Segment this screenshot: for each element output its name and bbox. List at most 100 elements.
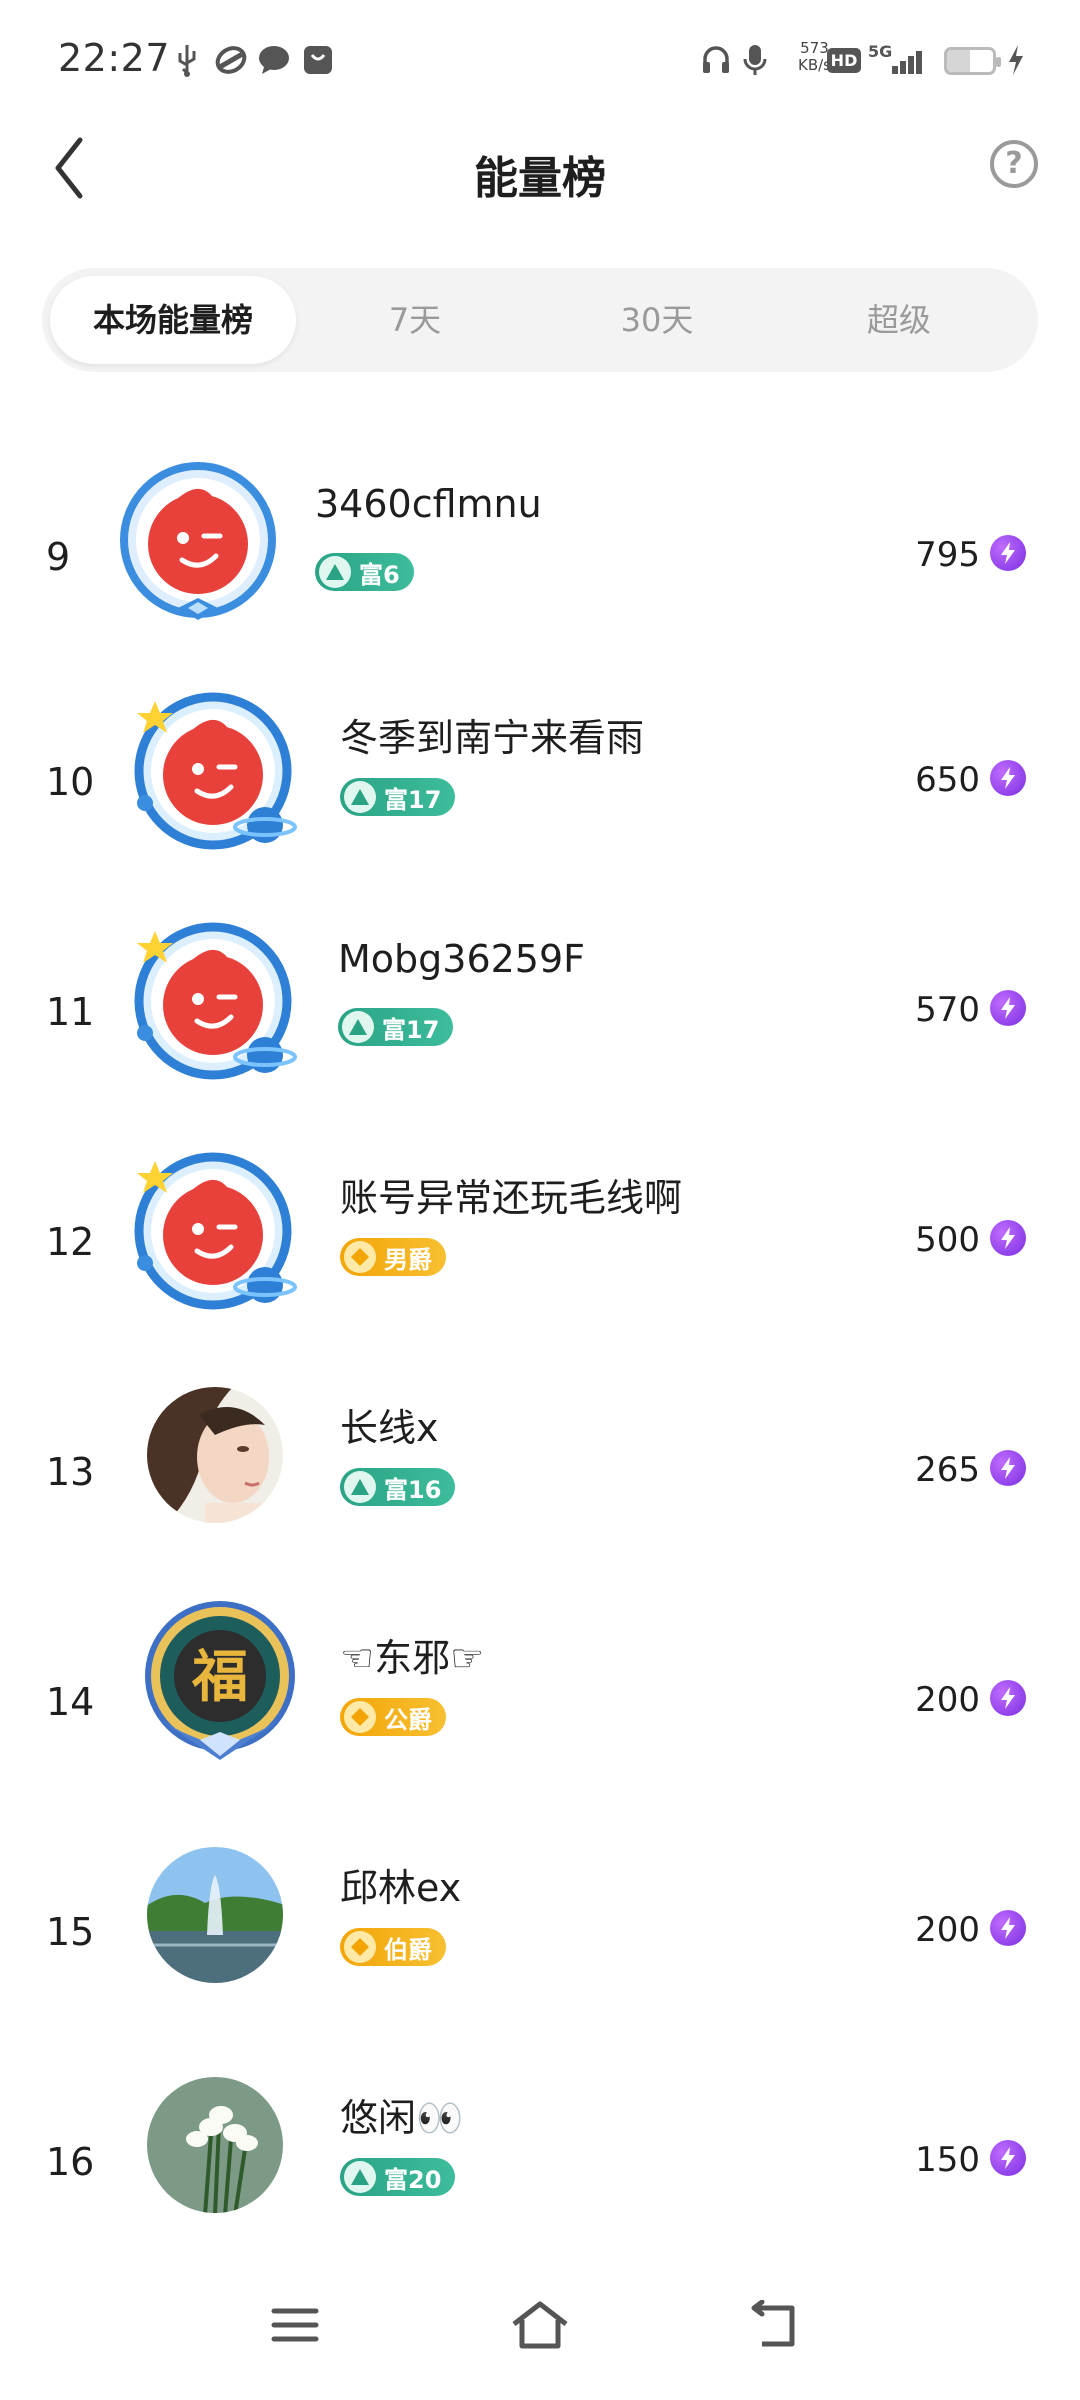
charging-icon <box>1004 42 1028 78</box>
tab-7-days[interactable]: 7天 <box>292 276 538 364</box>
shopping-bag-icon <box>300 42 336 78</box>
user-avatar[interactable] <box>145 2075 285 2215</box>
user-avatar[interactable] <box>120 460 300 640</box>
red-mascot-planet-frame-icon <box>134 1152 297 1310</box>
triangle-badge-icon <box>344 1471 376 1503</box>
home-button[interactable] <box>500 2290 580 2360</box>
energy-score: 795 <box>915 535 980 575</box>
hd-icon: HD <box>826 42 862 78</box>
woman-portrait-avatar-icon <box>147 1387 283 1523</box>
wealth-badge: 富16 <box>340 1468 456 1506</box>
headphones-icon <box>700 42 732 78</box>
energy-bolt-icon <box>990 1450 1026 1486</box>
return-icon <box>751 2300 795 2347</box>
user-name: 冬季到南宁来看雨 <box>340 716 645 760</box>
noble-badge: 男爵 <box>340 1238 446 1276</box>
energy-score: 500 <box>915 1220 980 1260</box>
period-tabs: 本场能量榜 7天 30天 超级 <box>42 268 1038 372</box>
ranking-row[interactable]: 16 悠闲👀 富20 150 <box>0 2065 1080 2295</box>
energy-bolt-icon <box>990 1680 1026 1716</box>
status-time: 22:27 <box>58 36 171 80</box>
diamond-badge-icon <box>344 1701 376 1733</box>
energy-score: 265 <box>915 1450 980 1490</box>
rank-number: 10 <box>46 760 95 804</box>
menu-button[interactable] <box>255 2290 335 2360</box>
user-avatar[interactable]: 福 <box>140 1600 300 1770</box>
user-avatar[interactable] <box>125 915 305 1095</box>
ranking-row[interactable]: 15 邱林ex 伯爵 200 <box>0 1835 1080 2065</box>
wealth-badge: 富17 <box>338 1008 454 1046</box>
ranking-row[interactable]: 12 账号异常还玩毛线啊 男爵 500 <box>0 1145 1080 1375</box>
usb-icon <box>172 42 202 78</box>
tab-30-days[interactable]: 30天 <box>534 276 780 364</box>
energy-score: 200 <box>915 1680 980 1720</box>
wealth-badge: 富20 <box>340 2158 456 2196</box>
white-flowers-avatar-icon <box>147 2077 283 2213</box>
ranking-row[interactable]: 9 3460cflmnu 富6 795 <box>0 460 1080 690</box>
diamond-badge-icon <box>344 1931 376 1963</box>
noble-badge: 伯爵 <box>340 1928 446 1966</box>
triangle-badge-icon <box>342 1011 374 1043</box>
system-nav-bar <box>0 2270 1080 2400</box>
user-name: 邱林ex <box>340 1866 462 1910</box>
message-bubble-icon <box>256 42 292 78</box>
energy-score: 150 <box>915 2140 980 2180</box>
ranking-row[interactable]: 10 冬季到南宁来看雨 富17 650 <box>0 685 1080 915</box>
diamond-badge-icon <box>344 1241 376 1273</box>
fu-character-avatar-icon: 福 <box>145 1601 295 1760</box>
rank-number: 9 <box>46 535 71 579</box>
tab-current-session[interactable]: 本场能量榜 <box>50 276 296 364</box>
rank-number: 12 <box>46 1220 95 1264</box>
battery-icon <box>944 47 1001 75</box>
user-avatar[interactable] <box>125 685 305 865</box>
user-name: 长线x <box>340 1406 439 1450</box>
triangle-badge-icon <box>344 781 376 813</box>
rank-number: 16 <box>46 2140 95 2184</box>
home-icon <box>512 2301 568 2349</box>
svg-text:福: 福 <box>191 1644 248 1710</box>
tab-super[interactable]: 超级 <box>776 276 1022 364</box>
microphone-icon <box>740 42 770 78</box>
ranking-row[interactable]: 11 Mobg36259F 富17 570 <box>0 915 1080 1145</box>
energy-bolt-icon <box>990 760 1026 796</box>
wealth-badge: 富17 <box>340 778 456 816</box>
back-nav-button[interactable] <box>735 2290 815 2360</box>
user-avatar[interactable] <box>145 1385 285 1525</box>
ranking-row[interactable]: 14 福 ☜东邪☞ 公爵 200 <box>0 1601 1080 1835</box>
sync-icon <box>213 42 249 78</box>
page-header: 能量榜 ? <box>0 120 1080 220</box>
user-name: 3460cflmnu <box>315 482 542 526</box>
user-avatar[interactable] <box>125 1145 305 1325</box>
rank-number: 15 <box>46 1910 95 1954</box>
user-name: 悠闲👀 <box>340 2096 464 2140</box>
user-name: Mobg36259F <box>338 937 586 981</box>
menu-icon <box>271 2308 319 2342</box>
signal-icon: 5G <box>868 42 934 78</box>
status-bar: 22:27 573 KB/s HD 5G <box>0 0 1080 120</box>
help-button[interactable]: ? <box>990 140 1038 188</box>
red-mascot-planet-frame-icon <box>134 692 297 850</box>
rank-number: 11 <box>46 990 95 1034</box>
ranking-row[interactable]: 13 长线x 富16 265 <box>0 1375 1080 1605</box>
energy-score: 650 <box>915 760 980 800</box>
red-mascot-planet-frame-icon <box>134 922 297 1080</box>
energy-bolt-icon <box>990 1220 1026 1256</box>
user-name: 账号异常还玩毛线啊 <box>340 1176 683 1220</box>
energy-score: 200 <box>915 1910 980 1950</box>
noble-badge: 公爵 <box>340 1698 446 1736</box>
wealth-badge: 富6 <box>315 553 414 591</box>
page-title: 能量榜 <box>474 153 606 204</box>
user-avatar[interactable] <box>145 1845 285 1985</box>
energy-bolt-icon <box>990 1910 1026 1946</box>
triangle-badge-icon <box>319 556 351 588</box>
energy-bolt-icon <box>990 990 1026 1026</box>
lake-fountain-avatar-icon <box>147 1847 283 1983</box>
energy-bolt-icon <box>990 535 1026 571</box>
energy-score: 570 <box>915 990 980 1030</box>
rank-number: 13 <box>46 1450 95 1494</box>
user-name: ☜东邪☞ <box>340 1636 485 1680</box>
energy-bolt-icon <box>990 2140 1026 2176</box>
triangle-badge-icon <box>344 2161 376 2193</box>
rank-number: 14 <box>46 1680 95 1724</box>
red-mascot-avatar-icon <box>120 462 276 620</box>
